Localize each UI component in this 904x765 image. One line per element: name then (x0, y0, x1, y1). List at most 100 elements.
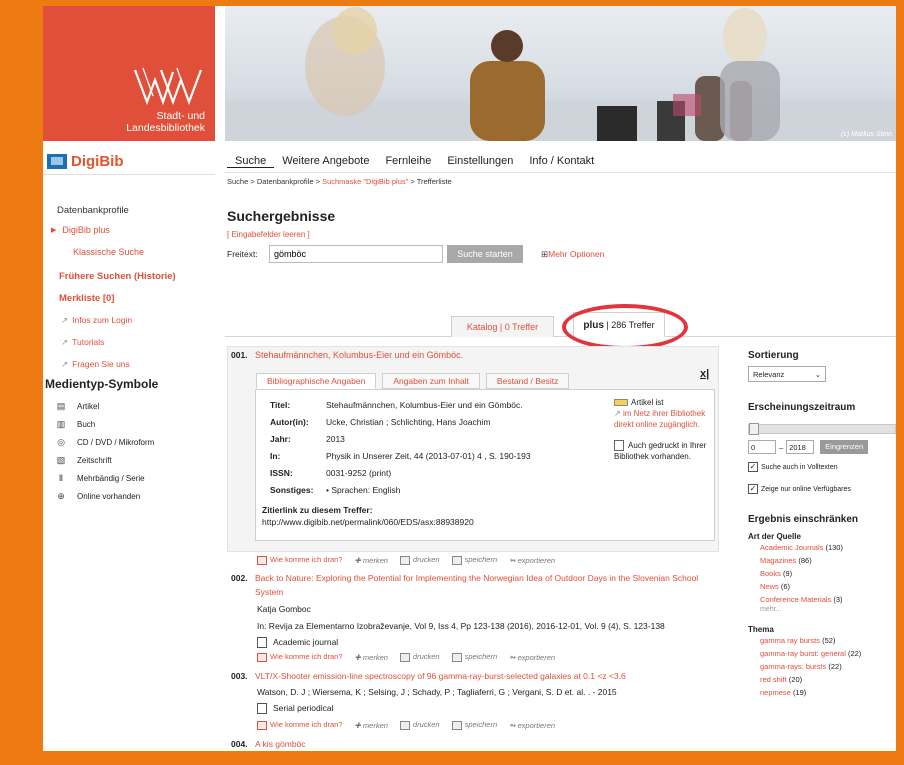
facet-topic-grb-general[interactable]: gamma-ray burst: general (22) (748, 647, 898, 660)
tab-holdings[interactable]: Bestand / Besitz (485, 373, 570, 389)
facet-source-books[interactable]: Books (9) (748, 567, 898, 580)
field-value: Ucke, Christian ; Schlichting, Hans Joac… (326, 416, 491, 427)
facet-source-academic-journals[interactable]: Academic Journals (130) (748, 541, 898, 554)
more-options-link[interactable]: ⊞Mehr Optionen (541, 249, 604, 260)
media-label: Online vorhanden (77, 491, 141, 501)
export-icon: ↬ (509, 555, 518, 565)
sidebar-link-login-info[interactable]: ↗ Infos zum Login (43, 309, 215, 331)
journal-icon: ▧ (56, 454, 66, 465)
result-title-link[interactable]: A kis gömböc (255, 737, 306, 751)
nav-weitere-angebote[interactable]: Weitere Angebote (274, 155, 377, 167)
result-title-link[interactable]: Back to Nature: Exploring the Potential … (255, 571, 710, 599)
facet-count: (130) (823, 543, 843, 552)
nav-einstellungen[interactable]: Einstellungen (439, 155, 521, 167)
sidebar-item-classic-search[interactable]: Klassische Suche (43, 239, 215, 265)
printer-icon (399, 720, 410, 730)
facet-topic-nepmese[interactable]: nepmese (19) (748, 686, 898, 699)
facet-name: Books (760, 569, 781, 578)
digibib-brand[interactable]: DigiBib (47, 152, 124, 170)
media-row-multivolume: Ⅱ Mehrbändig / Serie (43, 469, 215, 487)
tab-content-info[interactable]: Angaben zum Inhalt (382, 373, 480, 389)
field-value: 2013 (326, 433, 345, 444)
breadcrumb-path[interactable]: Suche > Datenbankprofile > (227, 177, 322, 186)
facet-source-conference[interactable]: Conference Materials (3) (748, 593, 898, 606)
bookmark-button[interactable]: ✚ merken (355, 721, 388, 730)
plus-icon: ✚ (354, 652, 363, 662)
checkbox-checked-icon[interactable]: ✓ (748, 484, 758, 494)
checkbox-checked-icon[interactable]: ✓ (748, 462, 758, 472)
nav-fernleihe[interactable]: Fernleihe (377, 155, 439, 167)
facet-name: Academic Journals (760, 543, 824, 552)
how-to-get-button[interactable]: Wie komme ich dran? (257, 555, 343, 565)
nav-suche[interactable]: Suche (227, 155, 275, 168)
sidebar-link-ask-us[interactable]: ↗ Fragen Sie uns (43, 353, 215, 375)
topic-label: Thema (748, 625, 774, 634)
facet-topic-gamma-rays-bursts[interactable]: gamma-rays: bursts (22) (748, 660, 898, 673)
availability-online-link[interactable]: ↗ im Netz ihrer Bibliothek direkt online… (614, 408, 710, 430)
more-options-label: Mehr Optionen (548, 248, 605, 259)
year-to-input[interactable]: 2018 (786, 440, 815, 454)
tab-bibliographic[interactable]: Bibliographische Angaben (256, 373, 377, 389)
media-row-cd: ◎ CD / DVD / Mikroform (43, 433, 215, 451)
library-logo[interactable]: Stadt- und Landesbibliothek (43, 6, 215, 141)
breadcrumb-suchmaske[interactable]: Suchmaske "DigiBib plus" (322, 177, 410, 186)
sidebar-item-history[interactable]: Frühere Suchen (Historie) (43, 265, 215, 287)
field-key: Jahr: (270, 433, 291, 444)
facet-topic-gamma-ray-bursts[interactable]: gamma ray bursts (52) (748, 634, 898, 647)
result-title-link[interactable]: Stehaufmännchen, Kolumbus-Eier und ein G… (255, 350, 463, 360)
field-row-author: Autor(in): Ucke, Christian ; Schlichting,… (264, 413, 531, 430)
field-value: Physik in Unserer Zeit, 44 (2013-07-01) … (326, 450, 531, 461)
online-only-checkbox-row[interactable]: ✓ Zeige nur online Verfügbares (748, 484, 898, 494)
print-copy-icon (614, 440, 624, 452)
close-details-button[interactable]: x| (700, 368, 709, 380)
sidebar-link-label: Tutorials (72, 337, 105, 347)
permalink-url[interactable]: http://www.digibib.net/permalink/060/EDS… (262, 517, 474, 527)
how-to-get-button[interactable]: Wie komme ich dran? (257, 652, 343, 662)
search-input[interactable] (269, 245, 443, 263)
logo-line-2: Landesbibliothek (126, 122, 205, 134)
field-row-in: In: Physik in Unserer Zeit, 44 (2013-07-0… (264, 447, 531, 464)
action-label: speichern (464, 555, 498, 565)
year-range-slider[interactable] (748, 423, 896, 435)
result-title-link[interactable]: VLT/X-Shooter emission-line spectroscopy… (255, 669, 626, 683)
facet-topic-red-shift[interactable]: red shift (20) (748, 673, 898, 686)
slider-handle[interactable] (749, 423, 759, 435)
save-button[interactable]: speichern (451, 652, 497, 662)
breadcrumb-current: > Trefferliste (410, 177, 452, 186)
sidebar-item-digibib-plus[interactable]: ▶ DigiBib plus (43, 221, 215, 239)
field-key: Titel: (270, 399, 291, 410)
save-button[interactable]: speichern (451, 720, 497, 730)
facet-source-magazines[interactable]: Magazines (86) (748, 554, 898, 567)
export-button[interactable]: ↬ exportieren (509, 721, 555, 730)
fulltext-checkbox-row[interactable]: ✓ Suche auch in Volltexten (748, 462, 898, 472)
availability-online-text: im Netz ihrer Bibliothek direkt online z… (614, 409, 706, 429)
permalink-block: Zitierlink zu diesem Treffer: http://www… (262, 504, 562, 528)
save-button[interactable]: speichern (451, 555, 498, 565)
year-from-input[interactable]: 0 (748, 440, 776, 454)
detail-tabs: Bibliographische Angaben Angaben zum Inh… (256, 373, 570, 389)
sort-select[interactable]: Relevanz ⌄ (748, 366, 826, 382)
orange-frame-left (0, 0, 43, 765)
breadcrumb: Suche > Datenbankprofile > Suchmaske "Di… (227, 177, 452, 186)
export-button[interactable]: ↬ exportieren (509, 653, 555, 662)
bookmark-button[interactable]: ✚ merken (355, 653, 388, 662)
facet-more-link[interactable]: mehr... (748, 606, 898, 619)
print-button[interactable]: drucken (399, 652, 440, 662)
export-button[interactable]: ↬ exportieren (509, 556, 555, 565)
nav-info-kontakt[interactable]: Info / Kontakt (521, 155, 602, 167)
tab-katalog[interactable]: Katalog | 0 Treffer (451, 316, 554, 337)
bookmark-button[interactable]: ✚ merken (355, 556, 388, 565)
print-button[interactable]: drucken (399, 555, 440, 565)
limit-button[interactable]: Eingrenzen (820, 440, 869, 454)
how-to-get-button[interactable]: Wie komme ich dran? (257, 720, 343, 730)
sidebar-item-watchlist[interactable]: Merkliste [0] (43, 287, 215, 309)
article-icon: ▤ (56, 400, 66, 411)
reset-fields-link[interactable]: [ Eingabefelder leeren ] (227, 230, 717, 244)
facet-source-news[interactable]: News (6) (748, 580, 898, 593)
sidebar-link-tutorials[interactable]: ↗ Tutorials (43, 331, 215, 353)
permalink-label: Zitierlink zu diesem Treffer: (262, 505, 373, 515)
search-button[interactable]: Suche starten (447, 245, 523, 263)
sort-heading: Sortierung (748, 350, 799, 361)
field-key: Sonstiges: (270, 484, 314, 495)
print-button[interactable]: drucken (399, 720, 440, 730)
